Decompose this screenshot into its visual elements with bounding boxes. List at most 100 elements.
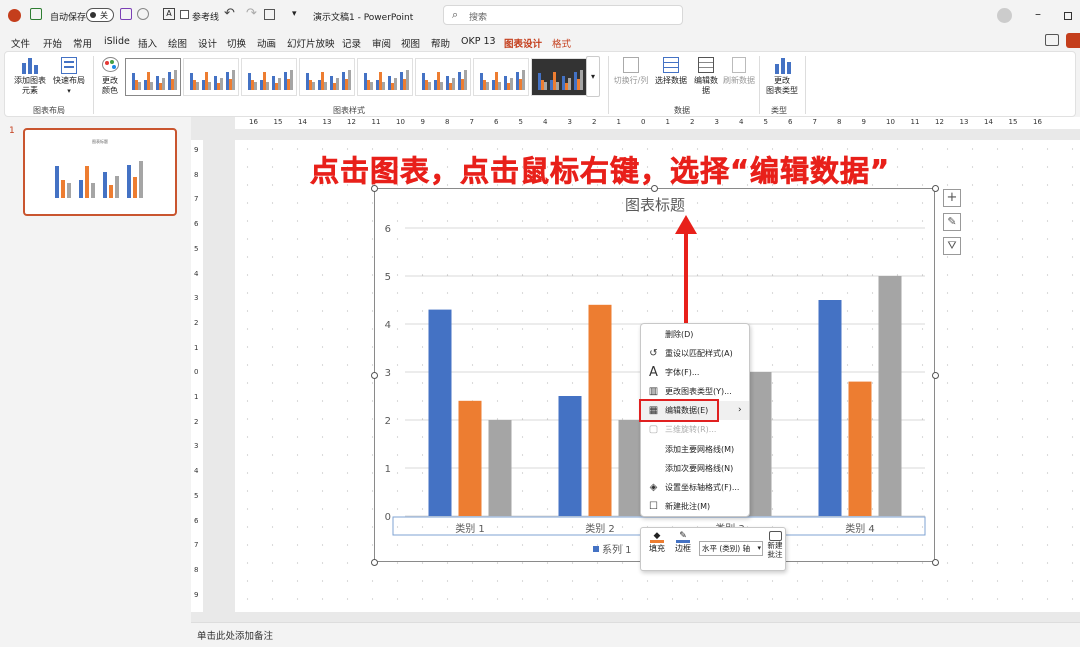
tab-transitions[interactable]: 切换 bbox=[227, 36, 246, 50]
slide-thumbnail[interactable]: 图表标题 bbox=[23, 128, 177, 216]
ruler-tick-label: 6 bbox=[494, 118, 499, 126]
ruler-tick-label: 8 bbox=[445, 118, 450, 126]
switch-row-col-button[interactable]: 切换行/列 bbox=[611, 55, 651, 86]
tab-animations[interactable]: 动画 bbox=[257, 36, 276, 50]
menu-item-delete[interactable]: 删除(D) bbox=[641, 325, 749, 344]
undo-icon[interactable]: ↶ bbox=[224, 6, 235, 21]
ruler-tick-label: 16 bbox=[1033, 118, 1042, 126]
chart-style-thumb-bar bbox=[406, 70, 409, 90]
menu-item-reset-style[interactable]: ↺ 重设以匹配样式(A) bbox=[641, 344, 749, 363]
tab-chart-design[interactable]: 图表设计 bbox=[504, 36, 543, 53]
group-label-styles: 图表样式 bbox=[333, 106, 365, 115]
thumb-bar bbox=[115, 176, 119, 198]
menu-item-new-comment[interactable]: ☐ 新建批注(M) bbox=[641, 497, 749, 516]
vertical-ruler: 9 8 7 6 5 4 3 2 1 0 1 2 3 4 5 6 7 8 9 bbox=[191, 140, 203, 612]
add-chart-element-button[interactable]: 添加图表 元素 bbox=[13, 55, 47, 96]
redo-icon[interactable]: ↷ bbox=[246, 6, 257, 21]
axis-select[interactable]: 水平 (类别) 轴 ▾ bbox=[699, 541, 763, 556]
minimize-icon[interactable]: – bbox=[1035, 7, 1041, 21]
layout-icon[interactable] bbox=[264, 9, 275, 20]
menu-item-3d-rotation: ▢ 三维旋转(R)... bbox=[648, 424, 717, 435]
select-data-button[interactable]: 选择数据 bbox=[653, 55, 689, 86]
chart-style-thumb[interactable] bbox=[531, 58, 587, 96]
tab-view[interactable]: 视图 bbox=[401, 36, 420, 50]
menu-item-format-axis[interactable]: ◈ 设置坐标轴格式(F)... bbox=[641, 478, 749, 497]
autosave-state: 关 bbox=[100, 11, 108, 20]
chart-style-thumb[interactable] bbox=[299, 58, 355, 96]
change-colors-button[interactable]: 更改 颜色 bbox=[95, 55, 125, 96]
change-chart-type-button[interactable]: 更改 图表类型 bbox=[761, 55, 803, 96]
ruler-tick-label: 8 bbox=[194, 565, 199, 574]
search-placeholder: 搜索 bbox=[469, 13, 488, 23]
refresh-data-label: 刷新数据 bbox=[723, 76, 755, 85]
menu-item-add-minor-gridlines[interactable]: 添加次要网格线(N) bbox=[641, 459, 749, 478]
format-painter-icon[interactable] bbox=[137, 8, 149, 20]
chart-style-thumb-bar bbox=[290, 70, 293, 90]
submenu-chevron-icon: › bbox=[738, 405, 742, 415]
quick-layout-icon bbox=[58, 55, 80, 75]
chart-style-thumb-bar bbox=[394, 78, 397, 90]
chart-style-thumb[interactable] bbox=[473, 58, 529, 96]
fill-button[interactable]: ◆ 填充 bbox=[645, 531, 669, 554]
autosave-toggle[interactable]: 关 bbox=[86, 8, 114, 22]
quick-layout-button[interactable]: 快速布局 ▾ bbox=[49, 55, 89, 96]
chart-style-thumb[interactable] bbox=[183, 58, 239, 96]
ruler-tick-label: 3 bbox=[714, 118, 719, 126]
border-button[interactable]: ✎ 边框 bbox=[671, 531, 695, 554]
tab-format[interactable]: 格式 bbox=[552, 36, 571, 50]
presenter-icon[interactable] bbox=[30, 8, 42, 20]
gallery-more-button[interactable]: ▾ bbox=[586, 56, 600, 97]
avatar[interactable] bbox=[997, 8, 1012, 23]
menu-item-font[interactable]: A 字体(F)... bbox=[641, 363, 749, 382]
tab-slideshow[interactable]: 幻灯片放映 bbox=[287, 36, 335, 50]
tab-insert[interactable]: 插入 bbox=[138, 36, 157, 50]
chart-style-thumb-bar bbox=[278, 78, 281, 90]
customize-qat-icon[interactable]: ▾ bbox=[292, 9, 297, 19]
chart-type-icon: ▥ bbox=[648, 386, 659, 397]
tab-design[interactable]: 设计 bbox=[198, 36, 217, 50]
text-box-icon[interactable]: A bbox=[163, 8, 175, 20]
chart-style-thumb-bar bbox=[254, 82, 257, 90]
slide[interactable]: 点击图表，点击鼠标右键，选择“编辑数据” + ✎ ⛛ 0 1 2 3 4 5 6 类别 1 类别… bbox=[235, 140, 1080, 612]
save-icon[interactable] bbox=[120, 8, 132, 20]
mini-toolbar: ◆ 填充 ✎ 边框 水平 (类别) 轴 ▾ 新建 批注 bbox=[640, 527, 786, 571]
tab-okp[interactable]: OKP 13 bbox=[461, 36, 496, 47]
ruler-tick-label: 3 bbox=[194, 294, 199, 303]
tab-file[interactable]: 文件 bbox=[11, 36, 30, 50]
ruler-tick-label: 1 bbox=[194, 343, 199, 352]
menu-item-add-major-gridlines[interactable]: 添加主要网格线(M) bbox=[641, 440, 749, 459]
tab-help[interactable]: 帮助 bbox=[431, 36, 450, 50]
thumb-bar bbox=[127, 165, 131, 198]
notes-pane[interactable]: 单击此处添加备注 bbox=[191, 622, 1080, 647]
thumb-bar bbox=[109, 184, 113, 198]
ruler-tick-label: 4 bbox=[543, 118, 548, 126]
ribbon-separator bbox=[759, 56, 760, 114]
search-box[interactable]: ⌕ 搜索 bbox=[443, 5, 683, 25]
tab-common[interactable]: 常用 bbox=[73, 36, 92, 50]
ref-line-checkbox[interactable] bbox=[180, 10, 189, 19]
edit-data-button[interactable]: 编辑数 据 bbox=[691, 55, 721, 96]
thumb-title: 图表标题 bbox=[92, 139, 108, 144]
ruler-tick-label: 7 bbox=[812, 118, 817, 126]
ruler-tick-label: 4 bbox=[739, 118, 744, 126]
ruler-tick-label: 10 bbox=[396, 118, 405, 126]
tab-islide[interactable]: iSlide bbox=[104, 36, 130, 47]
comments-icon[interactable] bbox=[1045, 34, 1059, 46]
tab-review[interactable]: 审阅 bbox=[372, 36, 391, 50]
share-button[interactable] bbox=[1066, 33, 1080, 48]
chart-style-thumb[interactable] bbox=[415, 58, 471, 96]
refresh-data-button[interactable]: 刷新数据 bbox=[721, 55, 757, 86]
switch-row-col-label: 切换行/列 bbox=[613, 76, 649, 85]
new-comment-button[interactable]: 新建 批注 bbox=[765, 531, 785, 559]
restore-icon[interactable] bbox=[1064, 12, 1072, 20]
tab-home[interactable]: 开始 bbox=[43, 36, 62, 50]
ruler-tick-label: 9 bbox=[420, 118, 425, 126]
format-axis-icon: ◈ bbox=[649, 482, 658, 493]
tab-draw[interactable]: 绘图 bbox=[168, 36, 187, 50]
chart-style-thumb[interactable] bbox=[241, 58, 297, 96]
chart-style-thumb[interactable] bbox=[357, 58, 413, 96]
chart-style-thumb[interactable] bbox=[125, 58, 181, 96]
refresh-data-icon bbox=[728, 55, 750, 75]
ruler-tick-label: 2 bbox=[194, 318, 199, 327]
tab-record[interactable]: 记录 bbox=[342, 36, 361, 50]
